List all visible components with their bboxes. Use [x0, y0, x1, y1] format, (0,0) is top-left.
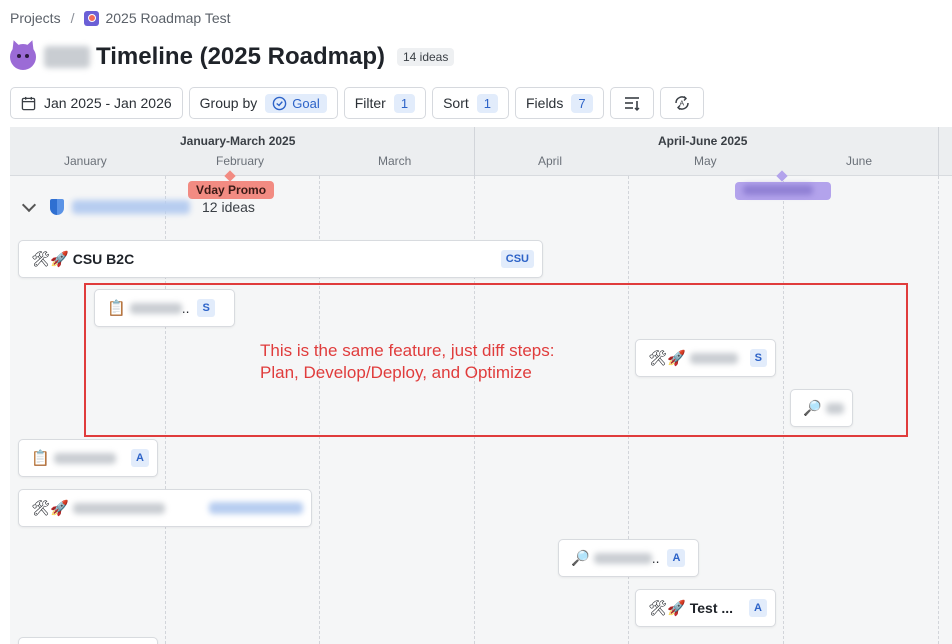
group-ideas-count: 12 ideas — [202, 199, 255, 215]
redacted-idea-tag — [209, 502, 303, 514]
idea-card-tag: CSU — [500, 250, 534, 268]
month-label: February — [216, 154, 265, 168]
month-gridline — [938, 176, 939, 644]
idea-card-tag: A — [667, 549, 686, 567]
density-icon — [624, 97, 640, 111]
goal-group-row: 12 ideas — [21, 197, 255, 215]
breadcrumb-projects-link[interactable]: Projects — [10, 10, 61, 26]
month-label: May — [694, 154, 717, 168]
page-header: Timeline (2025 Roadmap) 14 ideas — [10, 43, 455, 71]
breadcrumb-current[interactable]: 2025 Roadmap Test — [105, 10, 230, 26]
group-by-value-label: Goal — [292, 95, 320, 111]
annotation-note: This is the same feature, just diff step… — [260, 340, 555, 384]
quarter-divider — [938, 127, 939, 176]
idea-card[interactable] — [18, 637, 158, 644]
page-title: Timeline (2025 Roadmap) — [96, 43, 385, 70]
idea-card[interactable]: 🛠🚀 Test ... A — [635, 589, 776, 627]
group-by-button[interactable]: Group by Goal — [188, 87, 338, 119]
ideas-count-badge: 14 ideas — [396, 48, 455, 66]
sort-label: Sort — [443, 95, 469, 111]
group-by-label: Group by — [199, 95, 258, 111]
redacted-idea-title — [593, 552, 652, 564]
chevron-down-icon[interactable] — [21, 197, 37, 213]
milestone-vday-promo[interactable]: Vday Promo — [188, 181, 275, 199]
redacted-goal-name — [72, 200, 190, 214]
timeline-header: January-March 2025 April-June 2025 Janua… — [10, 127, 952, 176]
build-rocket-icon: 🛠🚀 — [31, 500, 69, 517]
date-range-label: Jan 2025 - Jan 2026 — [44, 95, 172, 111]
idea-card[interactable]: 🛠🚀 CSU B2C CSU — [18, 240, 543, 278]
redacted-idea-title — [53, 452, 116, 464]
annotation-line: This is the same feature, just diff step… — [260, 341, 555, 360]
idea-card-tag: A — [131, 449, 149, 467]
goal-check-icon — [272, 96, 287, 110]
group-by-value: Goal — [265, 93, 327, 113]
idea-card[interactable]: 🛠🚀 — [18, 489, 312, 527]
date-range-button[interactable]: Jan 2025 - Jan 2026 — [10, 87, 183, 119]
shield-icon — [50, 199, 64, 215]
annotation-line: Plan, Develop/Deploy, and Optimize — [260, 363, 532, 382]
breadcrumb: Projects / 2025 Roadmap Test — [10, 10, 231, 26]
milestone-redacted[interactable] — [735, 182, 831, 200]
magnifier-icon: 🔎 — [571, 550, 590, 567]
density-button[interactable] — [609, 87, 654, 119]
fields-button[interactable]: Fields 7 — [515, 87, 604, 119]
quarter-label: January-March 2025 — [180, 134, 296, 148]
build-rocket-icon: 🛠🚀 — [31, 251, 69, 268]
idea-card-title: Test ... — [689, 600, 734, 616]
svg-text:A: A — [679, 101, 684, 108]
auto-arrange-button[interactable]: A — [659, 87, 704, 119]
quarter-divider — [474, 127, 475, 176]
auto-arrange-icon: A — [674, 96, 689, 110]
fields-count: 7 — [571, 93, 593, 113]
redacted-text — [743, 185, 813, 195]
idea-card-ellipsis: .. — [651, 550, 660, 566]
calendar-icon — [21, 96, 36, 110]
build-rocket-icon: 🛠🚀 — [648, 600, 686, 617]
filter-button[interactable]: Filter 1 — [343, 87, 427, 119]
redacted-title-prefix — [44, 46, 90, 68]
month-label: March — [378, 154, 412, 168]
quarter-label: April-June 2025 — [658, 134, 748, 148]
idea-card-tag: A — [749, 599, 767, 617]
idea-card-title: CSU B2C — [72, 251, 135, 267]
sort-button[interactable]: Sort 1 — [432, 87, 509, 119]
fields-label: Fields — [526, 95, 564, 111]
idea-card[interactable]: 📋 A — [18, 439, 158, 477]
sort-count: 1 — [476, 93, 498, 113]
month-label: January — [64, 154, 107, 168]
month-label: June — [846, 154, 873, 168]
month-label: April — [538, 154, 563, 168]
clipboard-icon: 📋 — [31, 450, 50, 467]
idea-card[interactable]: 🔎 .. A — [558, 539, 699, 577]
redacted-idea-title — [72, 502, 165, 514]
filter-count: 1 — [393, 93, 416, 113]
breadcrumb-separator: / — [70, 10, 75, 26]
devil-emoji-icon — [10, 44, 36, 70]
project-icon — [84, 10, 100, 26]
filter-label: Filter — [354, 95, 386, 111]
toolbar: Jan 2025 - Jan 2026 Group by Goal Filter… — [10, 87, 704, 119]
